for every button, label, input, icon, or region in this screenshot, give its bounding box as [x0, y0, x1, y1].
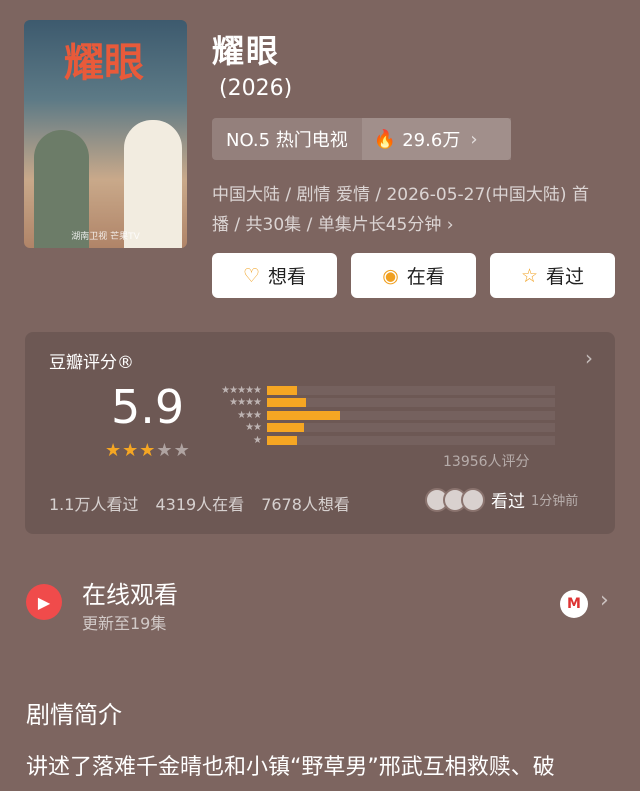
want-label: 想看 — [268, 266, 307, 288]
watched-count: 1.1万人看过 — [49, 495, 139, 514]
rank-label: NO.5 热门电视 — [226, 130, 348, 151]
recent-time: 1分钟前 — [531, 494, 579, 509]
star-level-icon: ★★ — [245, 422, 262, 434]
ranking-badge[interactable]: NO.5 热门电视 🔥 29.6万 › — [212, 118, 511, 160]
play-icon: ▶ — [26, 584, 62, 620]
rating-label: 豆瓣评分® — [49, 353, 134, 373]
want-to-watch-button[interactable]: ♡ 想看 — [212, 253, 337, 298]
heat-section: 🔥 29.6万 › — [361, 118, 511, 160]
avatar — [461, 487, 485, 512]
star-icon: ★ — [156, 440, 174, 461]
chevron-right-icon: › — [470, 128, 478, 150]
mango-tv-logo-icon: M — [560, 590, 588, 618]
star-icon: ★ — [122, 440, 140, 461]
chevron-right-icon[interactable]: › — [585, 346, 593, 370]
watched-button[interactable]: ☆ 看过 — [490, 253, 615, 298]
watching-count: 4319人在看 — [155, 495, 245, 514]
synopsis-heading: 剧情简介 — [26, 701, 122, 729]
heart-plus-icon: ♡ — [242, 264, 261, 287]
rating-bar-track — [267, 423, 555, 433]
poster-title-art: 耀眼 — [64, 40, 144, 86]
rating-count: 13956人评分 — [443, 454, 530, 470]
rating-bar-fill — [267, 423, 304, 433]
synopsis-text: 讲述了落难千金晴也和小镇“野草男”邢武互相救赎、破 — [26, 755, 555, 780]
rating-bar-fill — [267, 435, 298, 445]
flame-icon: 🔥 — [373, 128, 397, 150]
meta-line-2-row: 播 / 共30集 / 单集片长45分钟 › — [212, 210, 612, 240]
want-count: 7678人想看 — [261, 495, 350, 514]
rating-bar-row: ★★★★ — [205, 397, 555, 410]
star-level-icon: ★ — [253, 434, 262, 446]
show-title: 耀眼 — [212, 32, 281, 70]
star-level-icon: ★★★ — [237, 409, 262, 421]
rating-bar-fill — [267, 410, 341, 420]
rating-stats: 1.1万人看过 4319人在看 7678人想看 — [49, 491, 350, 515]
chevron-right-icon: › — [600, 588, 609, 613]
star-icon: ★ — [173, 440, 191, 461]
watched-label: 看过 — [546, 266, 585, 288]
star-level-icon: ★★★★★ — [221, 384, 262, 396]
rating-bar-row: ★★★★★ — [205, 384, 555, 397]
rating-bar-track — [267, 410, 555, 420]
star-icon: ☆ — [520, 264, 539, 287]
meta-line-2: 播 / 共30集 / 单集片长45分钟 — [212, 215, 442, 235]
recent-watched-label: 看过 — [491, 492, 525, 512]
rating-bar-row: ★ — [205, 434, 555, 447]
star-level-icon: ★★★★ — [229, 397, 262, 409]
action-buttons: ♡ 想看 ◉ 在看 ☆ 看过 — [212, 253, 615, 298]
watching-label: 在看 — [406, 266, 445, 288]
rating-bar-row: ★★ — [205, 422, 555, 435]
rating-score: 5.9 — [111, 380, 185, 434]
rating-stars: ★★★★★ — [105, 440, 191, 461]
meta-line-1: 中国大陆 / 剧情 爱情 / 2026-05-27(中国大陆) 首 — [212, 185, 589, 205]
rating-bar-row: ★★★ — [205, 409, 555, 422]
rating-bar-track — [267, 435, 555, 445]
recent-activity[interactable]: 看过 1分钟前 — [425, 487, 578, 512]
friend-avatars — [425, 487, 485, 512]
show-meta[interactable]: 中国大陆 / 剧情 爱情 / 2026-05-27(中国大陆) 首 播 / 共3… — [212, 180, 612, 240]
online-watch-title: 在线观看 — [82, 581, 178, 609]
watching-button[interactable]: ◉ 在看 — [351, 253, 476, 298]
show-year: (2026) — [219, 76, 293, 101]
heat-value: 29.6万 — [402, 130, 461, 151]
star-icon: ★ — [105, 440, 123, 461]
rating-bar-fill — [267, 398, 306, 408]
online-watch-row[interactable]: ▶ 在线观看 更新至19集 M › — [26, 575, 616, 633]
rating-distribution: ★★★★★ ★★★★ ★★★ ★★ ★ — [205, 384, 555, 447]
rating-bar-track — [267, 385, 555, 395]
poster-image[interactable]: 耀眼 湖南卫视 芒果TV — [24, 20, 187, 248]
online-watch-subtitle: 更新至19集 — [82, 614, 167, 633]
rating-bar-fill — [267, 385, 298, 395]
rating-bar-track — [267, 398, 555, 408]
douban-rating-card[interactable]: 豆瓣评分® › 5.9 ★★★★★ ★★★★★ ★★★★ ★★★ ★★ ★ 13956人… — [25, 332, 615, 534]
circle-dot-icon: ◉ — [382, 264, 399, 287]
poster-caption: 湖南卫视 芒果TV — [71, 232, 140, 242]
star-icon: ★ — [139, 440, 157, 461]
chevron-right-icon: › — [441, 215, 454, 235]
